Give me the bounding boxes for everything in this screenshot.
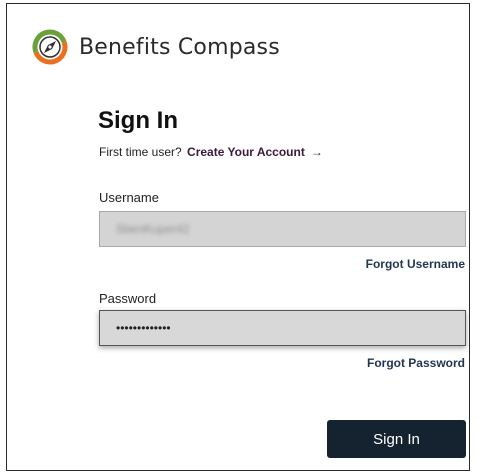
username-field-container <box>99 211 466 247</box>
password-input[interactable] <box>114 320 465 336</box>
create-account-link[interactable]: Create Your Account → <box>187 145 323 159</box>
login-panel: Benefits Compass Sign In First time user… <box>6 3 470 471</box>
password-field-container <box>99 310 466 346</box>
compass-logo-icon <box>31 28 69 66</box>
password-label: Password <box>99 291 157 306</box>
first-time-prompt: First time user? <box>99 145 182 159</box>
create-account-label: Create Your Account <box>187 145 305 159</box>
sign-in-button[interactable]: Sign In <box>327 420 466 458</box>
username-input[interactable] <box>114 221 465 237</box>
username-label: Username <box>99 190 159 205</box>
page-title: Sign In <box>98 107 178 134</box>
arrow-right-icon: → <box>310 145 323 159</box>
forgot-password-link[interactable]: Forgot Password <box>367 356 465 370</box>
forgot-username-link[interactable]: Forgot Username <box>366 257 465 271</box>
first-time-user-row: First time user? Create Your Account → <box>99 145 323 159</box>
brand-name: Benefits Compass <box>79 34 280 60</box>
brand-header: Benefits Compass <box>31 29 280 65</box>
